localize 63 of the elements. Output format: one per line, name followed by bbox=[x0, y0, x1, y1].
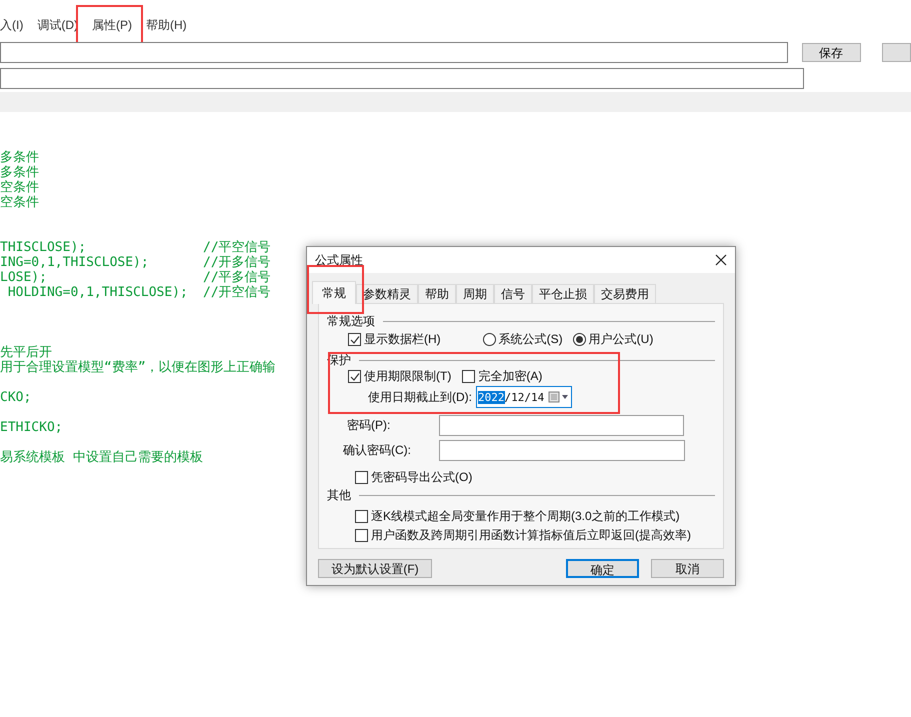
code-text: THISCLOSE); bbox=[0, 240, 88, 255]
tab[interactable]: 交易费用 bbox=[594, 284, 656, 303]
menu-item[interactable]: 属性(P) bbox=[92, 18, 132, 32]
checkbox-label: 使用期限限制(T) bbox=[364, 369, 452, 384]
close-icon[interactable] bbox=[715, 254, 727, 266]
radio-label: 系统公式(S) bbox=[498, 332, 563, 347]
code-text: ETHICKO; bbox=[0, 420, 63, 435]
check-icon bbox=[350, 334, 360, 344]
text-field[interactable] bbox=[0, 68, 804, 89]
code-comment: //平空信号 bbox=[203, 240, 271, 255]
check-icon bbox=[350, 372, 360, 382]
date-label: 使用日期截止到(D): bbox=[368, 390, 472, 404]
code-text: 用于合理设置模型“费率”，以便在图形上正确输 bbox=[0, 360, 276, 375]
tab[interactable]: 周期 bbox=[456, 284, 494, 303]
tab[interactable]: 帮助 bbox=[418, 284, 456, 303]
password-label: 密码(P): bbox=[347, 418, 392, 433]
code-text: CKO; bbox=[0, 390, 32, 405]
checkbox[interactable] bbox=[355, 510, 368, 523]
confirm-password-label: 确认密码(C): bbox=[343, 443, 412, 458]
dialog-button[interactable]: 确定 bbox=[566, 559, 639, 578]
radio-button[interactable] bbox=[482, 333, 496, 346]
checkbox[interactable] bbox=[355, 529, 368, 542]
checkbox[interactable] bbox=[348, 370, 361, 383]
checkbox-label: 完全加密(A) bbox=[478, 369, 542, 384]
save-button[interactable]: 保存 bbox=[802, 42, 861, 62]
text-field[interactable] bbox=[0, 42, 788, 62]
window-title: 公式属性 bbox=[315, 252, 363, 269]
group-title: 其他 bbox=[327, 488, 351, 503]
dialog-button[interactable]: 取消 bbox=[651, 559, 724, 578]
code-text: 多条件 bbox=[0, 165, 39, 180]
date-value: 2022/12/14 bbox=[478, 390, 544, 404]
checkbox[interactable] bbox=[462, 370, 476, 383]
checkbox[interactable] bbox=[348, 333, 361, 346]
group-title: 常规选项 bbox=[327, 314, 375, 329]
checkbox-label: 逐K线模式超全局变量作用于整个周期(3.0之前的工作模式) bbox=[371, 509, 680, 524]
checkbox[interactable] bbox=[355, 471, 368, 484]
dialog-button[interactable]: 设为默认设置(F) bbox=[318, 559, 432, 578]
menu-item[interactable]: 帮助(H) bbox=[146, 18, 187, 32]
code-text: 先平后开 bbox=[0, 345, 52, 360]
checkbox-label: 显示数据栏(H) bbox=[364, 332, 441, 347]
code-comment: //开多信号 bbox=[203, 255, 271, 270]
code-text: 易系统模板 中设置自己需要的模板 bbox=[0, 450, 203, 465]
tab[interactable]: 常规 bbox=[312, 281, 356, 304]
code-text: 多条件 bbox=[0, 150, 39, 165]
confirm-password-field[interactable] bbox=[439, 440, 685, 461]
code-text: 空条件 bbox=[0, 180, 39, 195]
checkbox-label: 凭密码导出公式(O) bbox=[371, 470, 472, 485]
checkbox-label: 用户函数及跨周期引用函数计算指标值后立即返回(提高效率) bbox=[371, 528, 691, 543]
calendar-dropdown-icon[interactable] bbox=[548, 391, 570, 403]
password-field[interactable] bbox=[439, 415, 684, 436]
menu-item[interactable]: 入(I) bbox=[0, 18, 24, 32]
code-comment: //开空信号 bbox=[203, 285, 271, 300]
date-field[interactable]: 2022/12/14 bbox=[476, 386, 572, 408]
tab[interactable]: 平仓止损 bbox=[532, 284, 594, 303]
code-text: 空条件 bbox=[0, 195, 39, 210]
code-text: ING=0,1,THISCLOSE); bbox=[0, 255, 150, 270]
code-text: HOLDING=0,1,THISCLOSE); bbox=[6, 285, 189, 300]
code-comment: //平多信号 bbox=[203, 270, 271, 285]
tab[interactable]: 信号 bbox=[494, 284, 532, 303]
radio-button[interactable] bbox=[572, 333, 586, 346]
radio-label: 用户公式(U) bbox=[588, 332, 654, 347]
tab[interactable]: 参数精灵 bbox=[356, 284, 418, 303]
code-text: LOSE); bbox=[0, 270, 48, 285]
